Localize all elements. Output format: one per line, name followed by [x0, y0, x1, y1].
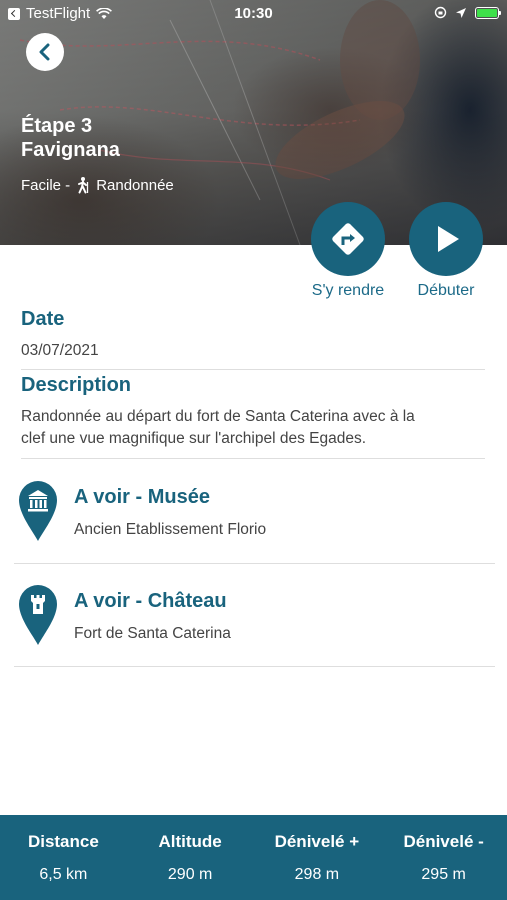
- description-heading: Description: [21, 374, 132, 396]
- stat-elevation-gain: Dénivelé + 298 m: [254, 815, 381, 900]
- start-button[interactable]: Débuter: [401, 202, 491, 300]
- stage-meta: Facile - Randonnée: [21, 176, 174, 194]
- stat-value: 6,5 km: [39, 866, 88, 883]
- date-heading: Date: [21, 308, 65, 330]
- play-icon: [438, 226, 459, 252]
- divider: [21, 458, 485, 459]
- divider: [14, 563, 495, 564]
- stage-number: Étape 3: [21, 115, 93, 137]
- location-arrow-icon: [456, 7, 466, 18]
- status-bar: TestFlight 10:30: [0, 0, 507, 28]
- activity-label: Randonnée: [96, 176, 174, 194]
- stage-name: Favignana: [21, 139, 120, 161]
- castle-icon: [19, 585, 57, 645]
- stat-altitude: Altitude 290 m: [127, 815, 254, 900]
- date-value: 03/07/2021: [21, 342, 99, 359]
- hiker-icon: [78, 177, 89, 194]
- stat-value: 298 m: [294, 866, 340, 883]
- chevron-left-icon: [39, 43, 50, 61]
- screen-lock-icon: [434, 6, 447, 19]
- poi-item-castle[interactable]: A voir - Château Fort de Santa Caterina: [14, 574, 495, 674]
- stat-label: Distance: [27, 832, 99, 851]
- poi-title: A voir - Château: [74, 590, 227, 612]
- status-time: 10:30: [234, 5, 273, 22]
- divider: [21, 369, 485, 370]
- poi-subtitle: Ancien Etablissement Florio: [74, 521, 267, 538]
- back-button[interactable]: [26, 33, 64, 71]
- poi-title: A voir - Musée: [74, 486, 210, 508]
- battery-level: [477, 8, 497, 17]
- stat-value: 295 m: [421, 866, 466, 883]
- directions-icon: [332, 223, 364, 255]
- description-line: Randonnée au départ du fort de Santa Cat…: [21, 408, 415, 425]
- directions-label[interactable]: S'y rendre: [312, 282, 384, 300]
- battery-icon: [475, 6, 501, 19]
- stage-title: Étape 3 Favignana: [21, 114, 120, 162]
- difficulty-label: Facile -: [21, 176, 71, 194]
- poi-subtitle: Fort de Santa Caterina: [74, 625, 231, 642]
- stat-label: Dénivelé -: [403, 832, 484, 851]
- start-circle[interactable]: [409, 202, 483, 276]
- stat-elevation-loss: Dénivelé - 295 m: [380, 815, 507, 900]
- start-label[interactable]: Débuter: [418, 282, 475, 300]
- divider: [14, 666, 495, 667]
- stat-value: 290 m: [167, 866, 213, 883]
- stats-bar: Distance 6,5 km Altitude 290 m Dénivelé …: [0, 815, 507, 900]
- museum-icon: [19, 481, 57, 541]
- stat-label: Dénivelé +: [274, 832, 360, 851]
- status-right: [434, 6, 501, 19]
- directions-button[interactable]: S'y rendre: [303, 202, 393, 300]
- stat-distance: Distance 6,5 km: [0, 815, 127, 900]
- directions-circle[interactable]: [311, 202, 385, 276]
- description-text: Randonnée au départ du fort de Santa Cat…: [21, 406, 415, 450]
- description-line: clef une vue magnifique sur l'archipel d…: [21, 430, 367, 447]
- stat-label: Altitude: [158, 832, 222, 851]
- poi-item-museum[interactable]: A voir - Musée Ancien Etablissement Flor…: [14, 470, 495, 570]
